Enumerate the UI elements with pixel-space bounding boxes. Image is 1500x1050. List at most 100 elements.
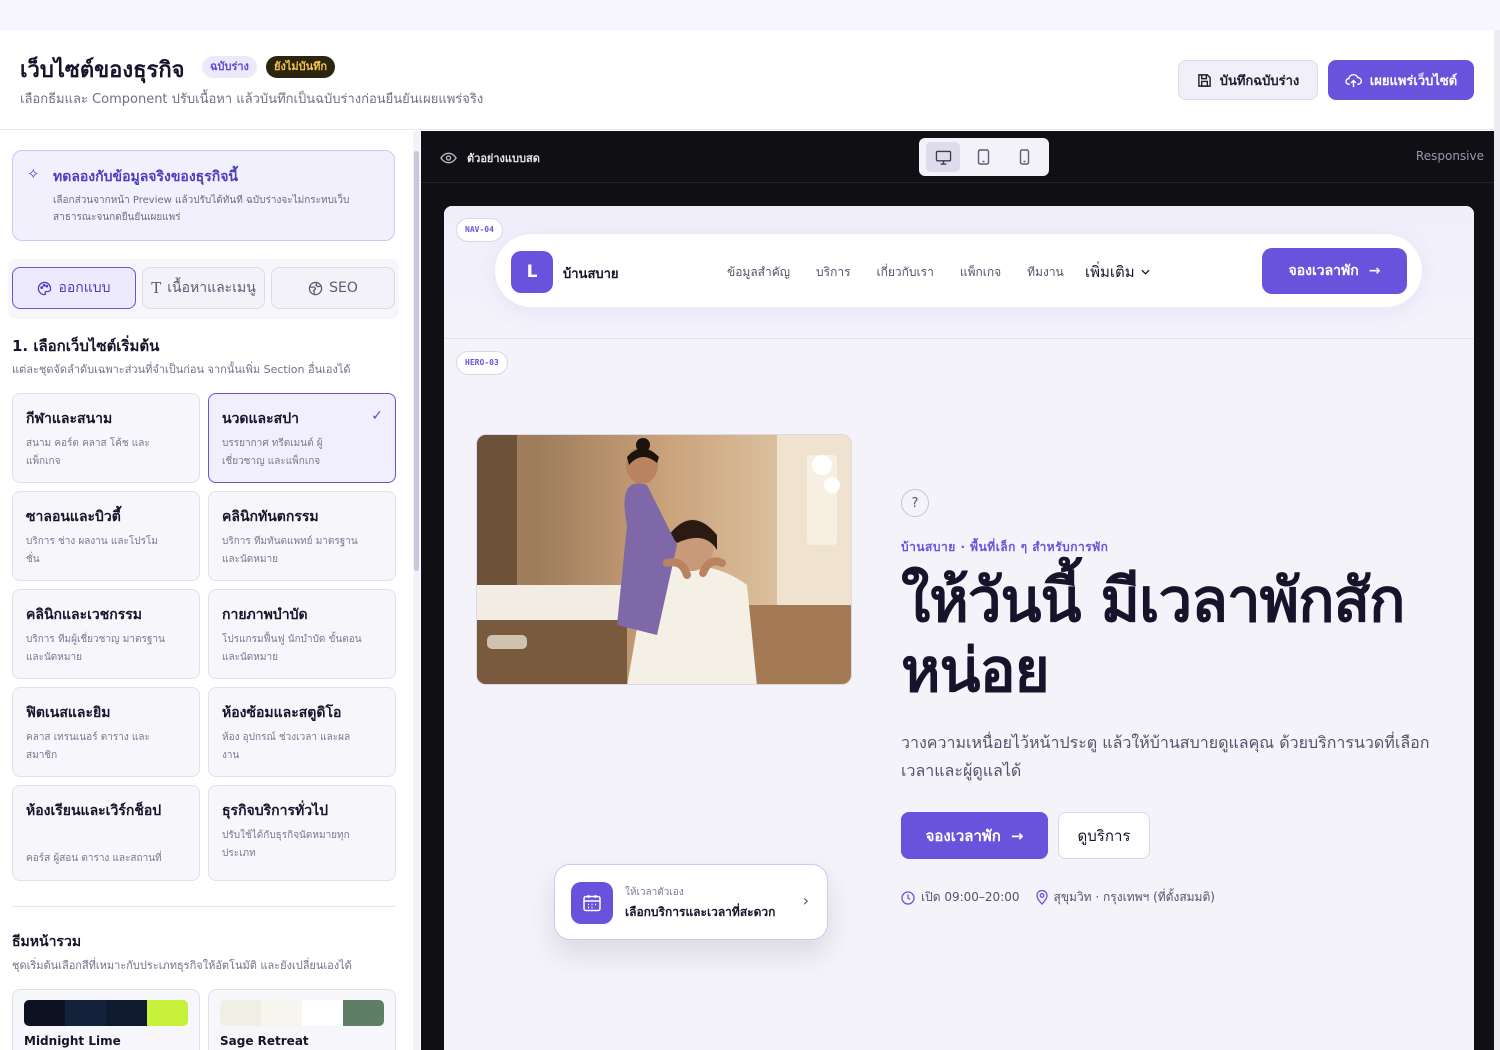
sparkle-icon: ✧ [27, 165, 40, 183]
template-card[interactable]: กีฬาและสนาม สนาม คอร์ต คลาส โค้ช และแพ็ก… [12, 393, 200, 483]
nav-link[interactable]: แพ็กเกจ [960, 263, 1001, 282]
try-real-data-card[interactable]: ✧ ทดลองกับข้อมูลจริงของธุรกิจนี้ เลือกส่… [12, 150, 395, 241]
nav-links: ข้อมูลสำคัญ บริการ เกี่ยวกับเรา แพ็กเกจ … [727, 263, 1064, 282]
nav-book-button[interactable]: จองเวลาพัก → [1262, 248, 1407, 294]
sidebar-scrollbar[interactable] [413, 131, 420, 1050]
template-card[interactable]: ห้องซ้อมและสตูดิโอ ห้อง อุปกรณ์ ช่วงเวลา… [208, 687, 396, 777]
template-description: บริการ ทีมทันตแพทย์ มาตรฐาน และนัดหมาย [222, 536, 358, 565]
view-services-button[interactable]: ดูบริการ [1058, 812, 1150, 859]
save-draft-label: บันทึกฉบับร่าง [1219, 73, 1300, 89]
responsive-label: Responsive [1415, 149, 1484, 163]
tablet-view-button[interactable] [967, 142, 1001, 172]
template-title: ห้องเรียนและเวิร์กช็อป [26, 803, 162, 819]
hero-book-button[interactable]: จองเวลาพัก → [901, 812, 1048, 859]
arrow-right-icon: → [1368, 263, 1381, 279]
nav-section[interactable]: NAV-04 L บ้านสบาย ข้อมูลสำคัญ บริการ เกี… [444, 206, 1474, 339]
template-card[interactable]: ฟิตเนสและยิม คลาส เทรนเนอร์ ตาราง และสมา… [12, 687, 200, 777]
text-icon: T [151, 279, 162, 297]
location-item: สุขุมวิท · กรุงเทพฯ (ที่ตั้งสมมติ) [1035, 888, 1215, 907]
template-card[interactable]: คลินิกและเวชกรรม บริการ ทีมผู้เชี่ยวชาญ … [12, 589, 200, 679]
tab-design[interactable]: ออกแบบ [12, 267, 136, 309]
template-card[interactable]: ซาลอนและบิวตี้ บริการ ช่าง ผลงาน และโปรโ… [12, 491, 200, 581]
nav-more-dropdown[interactable]: เพิ่มเติม [1085, 260, 1150, 284]
hours-item: เปิด 09:00–20:00 [901, 888, 1020, 907]
window-title-strip [0, 0, 1500, 30]
website-canvas: NAV-04 L บ้านสบาย ข้อมูลสำคัญ บริการ เกี… [444, 206, 1474, 1050]
publish-label: เผยแพร่เว็บไซต์ [1369, 73, 1458, 89]
globe-icon [308, 281, 323, 295]
site-navbar: L บ้านสบาย ข้อมูลสำคัญ บริการ เกี่ยวกับเ… [494, 233, 1423, 308]
template-card[interactable]: คลินิกทันตกรรม บริการ ทีมทันตแพทย์ มาตรฐ… [208, 491, 396, 581]
hero-description: วางความเหนื่อยไว้หน้าประตู แล้วให้บ้านสบ… [901, 733, 1430, 780]
clock-icon [901, 890, 915, 905]
save-draft-button[interactable]: บันทึกฉบับร่าง [1178, 60, 1318, 100]
template-description: โปรแกรมฟื้นฟู นักบำบัด ขั้นตอน และนัดหมา… [222, 634, 362, 663]
theme-card[interactable]: Sage Retreat [208, 989, 396, 1050]
tab-seo[interactable]: SEO [271, 267, 395, 309]
hero-image[interactable] [476, 434, 852, 685]
schedule-card-title: เลือกบริการและเวลาที่สะดวก [625, 905, 776, 919]
template-description: บริการ ช่าง ผลงาน และโปรโมชั่น [26, 536, 158, 565]
template-title: คลินิกและเวชกรรม [26, 607, 143, 623]
hero-headline: ให้วันนี้ มีเวลาพักสักหน่อย [901, 566, 1406, 706]
nav-component-tag[interactable]: NAV-04 [456, 218, 503, 242]
settings-sidebar: ✧ ทดลองกับข้อมูลจริงของธุรกิจนี้ เลือกส่… [0, 131, 420, 1050]
desktop-view-button[interactable] [926, 142, 961, 172]
nav-link[interactable]: บริการ [816, 263, 851, 282]
page-title: เว็บไซต์ของธุรกิจ [20, 58, 185, 83]
theme-name: Midnight Lime [24, 1034, 121, 1048]
nav-link[interactable]: ทีมงาน [1027, 263, 1064, 282]
brand-logo[interactable]: L [511, 251, 553, 293]
sidebar-tabs: ออกแบบ T เนื้อหาและเมนู SEO [8, 259, 399, 319]
desktop-icon [935, 150, 952, 165]
template-description: บริการ ทีมผู้เชี่ยวชาญ มาตรฐาน และนัดหมา… [26, 634, 165, 663]
draft-badge: ฉบับร่าง [202, 56, 257, 78]
tab-content-label: เนื้อหาและเมนู [167, 280, 256, 296]
nav-link[interactable]: ข้อมูลสำคัญ [727, 263, 790, 282]
theme-name: Sage Retreat [220, 1034, 309, 1048]
live-preview-label: ตัวอย่างแบบสด [440, 149, 540, 167]
template-title: กายภาพบำบัด [222, 607, 308, 623]
preview-toolbar: ตัวอย่างแบบสด Responsive [421, 131, 1494, 183]
template-title: ฟิตเนสและยิม [26, 705, 111, 721]
unsaved-badge: ยังไม่บันทึก [266, 56, 336, 78]
template-description: ห้อง อุปกรณ์ ช่วงเวลา และผลงาน [222, 732, 351, 761]
nav-link[interactable]: เกี่ยวกับเรา [877, 263, 934, 282]
tab-content-menu[interactable]: T เนื้อหาและเมนู [142, 267, 265, 309]
spa-massage-photo [477, 435, 851, 684]
tab-design-label: ออกแบบ [58, 280, 111, 296]
save-icon [1197, 73, 1211, 87]
schedule-card[interactable]: ให้เวลาตัวเอง เลือกบริการและเวลาที่สะดวก… [554, 864, 828, 940]
template-description: ปรับใช้ได้กับธุรกิจนัดหมายทุกประเภท [222, 830, 350, 859]
sidebar-scroll-thumb[interactable] [414, 151, 419, 571]
template-description: สนาม คอร์ต คลาส โค้ช และแพ็กเกจ [26, 438, 150, 467]
section-subtitle: แต่ละชุดจัดลำดับเฉพาะส่วนที่จำเป็นก่อน จ… [12, 363, 351, 376]
template-card[interactable]: ห้องเรียนและเวิร์กช็อป คอร์ส ผู้สอน ตารา… [12, 785, 200, 881]
page-subtitle: เลือกธีมและ Component ปรับเนื้อหา แล้วบั… [20, 92, 484, 107]
window-edge-scrollbar[interactable] [1494, 30, 1500, 1050]
brand-name[interactable]: บ้านสบาย [563, 263, 619, 284]
tablet-icon [978, 149, 990, 165]
try-card-title: ทดลองกับข้อมูลจริงของธุรกิจนี้ [53, 169, 238, 185]
section-divider [12, 906, 395, 907]
template-card[interactable]: กายภาพบำบัด โปรแกรมฟื้นฟู นักบำบัด ขั้นต… [208, 589, 396, 679]
publish-button[interactable]: เผยแพร่เว็บไซต์ [1328, 60, 1474, 100]
template-title: ธุรกิจบริการทั่วไป [222, 803, 329, 819]
mobile-icon [1019, 149, 1030, 165]
map-pin-icon [1035, 890, 1048, 905]
schedule-card-caption: ให้เวลาตัวเอง [625, 887, 684, 898]
chevron-right-icon: › [802, 891, 809, 910]
theme-swatches [24, 1000, 188, 1026]
template-description: บรรยากาศ ทรีตเมนต์ ผู้เชี่ยวชาญ และแพ็กเ… [222, 438, 323, 467]
template-title: คลินิกทันตกรรม [222, 509, 319, 525]
help-icon[interactable]: ? [901, 489, 929, 517]
hero-component-tag[interactable]: HERO-03 [456, 351, 508, 375]
mobile-view-button[interactable] [1008, 142, 1042, 172]
template-description: คลาส เทรนเนอร์ ตาราง และสมาชิก [26, 732, 150, 761]
template-card-selected[interactable]: นวดและสปา ✓ บรรยากาศ ทรีตเมนต์ ผู้เชี่ยว… [208, 393, 396, 483]
template-title: ห้องซ้อมและสตูดิโอ [222, 705, 342, 721]
theme-card[interactable]: Midnight Lime [12, 989, 200, 1050]
checkmark-icon: ✓ [371, 408, 383, 424]
palette-icon [38, 281, 52, 295]
template-card[interactable]: ธุรกิจบริการทั่วไป ปรับใช้ได้กับธุรกิจนั… [208, 785, 396, 881]
